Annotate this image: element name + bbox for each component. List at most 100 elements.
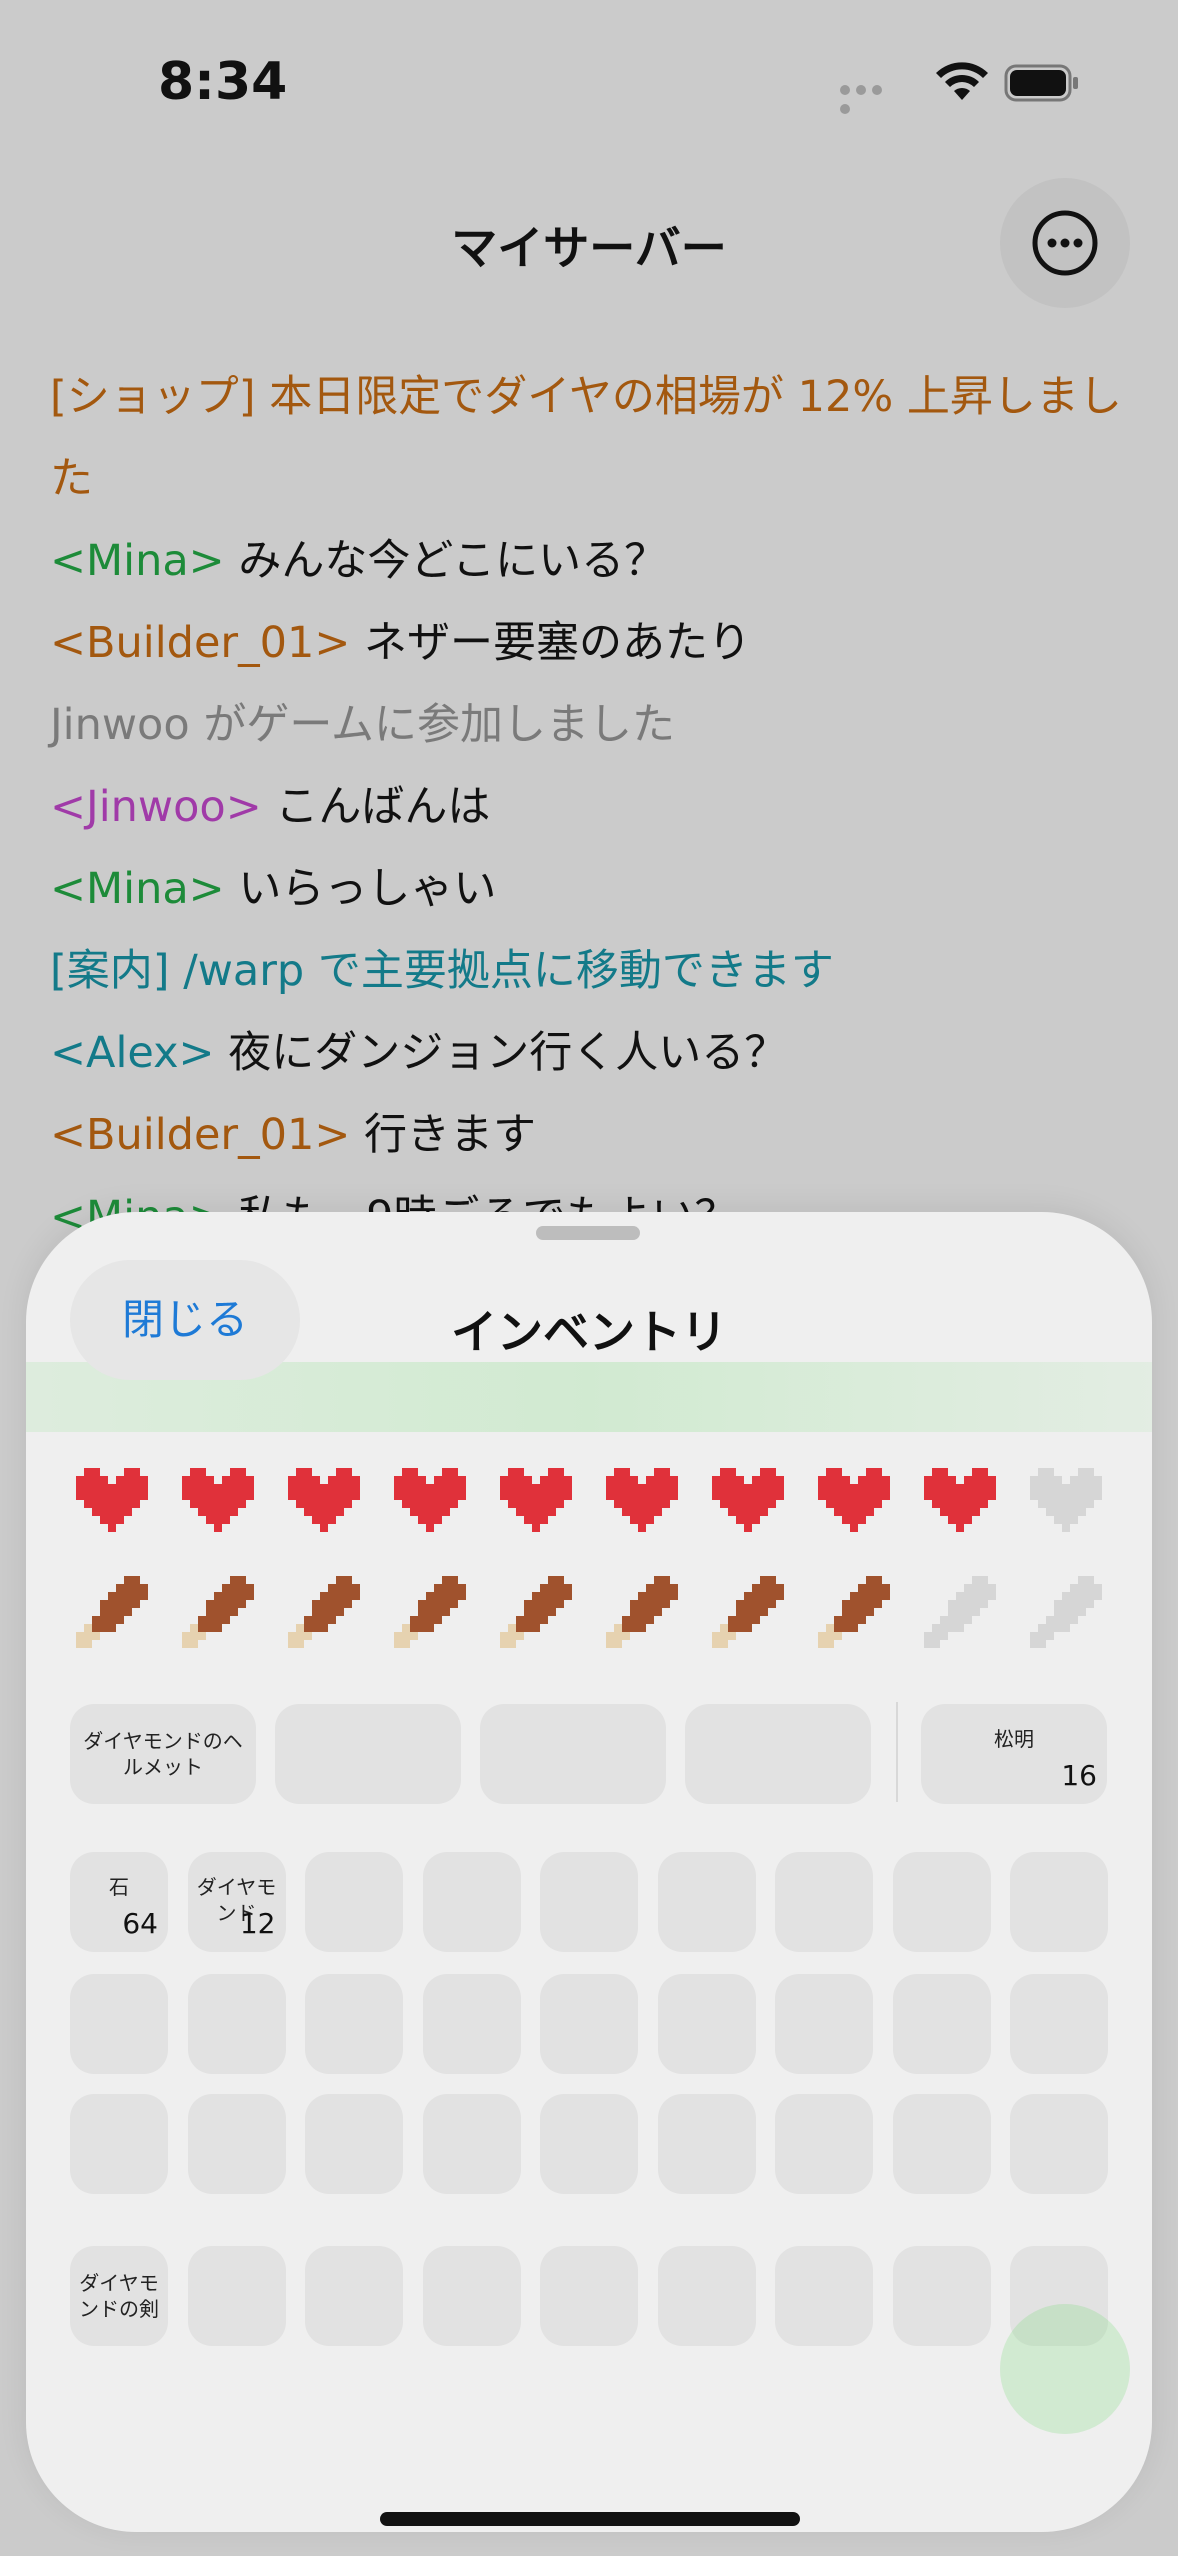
heart-icon	[924, 1468, 1004, 1548]
chat-text: いらっしゃい	[224, 864, 497, 914]
chat-text: ネザー要塞のあたり	[350, 618, 752, 668]
inventory-slot[interactable]	[305, 2094, 403, 2194]
hotbar-slot[interactable]: ダイヤモンドの剣	[70, 2246, 168, 2346]
item-name: 松明	[994, 1727, 1034, 1751]
ellipsis-icon	[1032, 210, 1098, 276]
item-name: 石	[109, 1875, 129, 1899]
inventory-slot[interactable]	[305, 1852, 403, 1952]
chat-text: 行きます	[350, 1110, 537, 1160]
inventory-slot[interactable]	[1010, 1974, 1108, 2074]
heart-icon	[500, 1468, 580, 1548]
heart-empty-icon	[1030, 1468, 1110, 1548]
chat-text: [案内] /warp で主要拠点に移動できます	[50, 946, 834, 996]
inventory-slot[interactable]	[775, 2094, 873, 2194]
home-indicator	[380, 2512, 800, 2526]
inventory-slot[interactable]: ダイヤモンド 12	[187, 1852, 286, 1952]
sheet-title: インベントリ	[451, 1305, 727, 1359]
chat-message: Jinwoo がゲームに参加しました	[50, 684, 1140, 766]
drumstick-icon	[818, 1576, 898, 1656]
drumstick-icon	[76, 1576, 156, 1656]
armor-slot[interactable]	[480, 1704, 666, 1804]
inventory-slot[interactable]	[187, 2094, 286, 2194]
inventory-slot[interactable]: 石 64	[70, 1852, 168, 1952]
inventory-slot[interactable]	[422, 1974, 521, 2074]
sheet-grabber[interactable]	[536, 1226, 640, 1240]
hotbar-slot[interactable]	[187, 2246, 286, 2346]
chat-sender: <Builder_01>	[50, 1110, 351, 1160]
battery-icon	[1004, 64, 1078, 102]
inventory-slot[interactable]	[422, 2094, 521, 2194]
hotbar-slot[interactable]	[892, 2246, 991, 2346]
chat-sender: <Alex>	[50, 1028, 215, 1078]
status-bar: 8:34	[0, 0, 1178, 170]
inventory-slot[interactable]	[775, 1974, 873, 2074]
chat-text: [ショップ] 本日限定でダイヤの相場が 12% 上昇しました	[50, 372, 1122, 504]
chat-message: <Mina> いらっしゃい	[50, 848, 1140, 930]
inventory-sheet: 閉じる インベントリ ダイヤモンドのヘルメット 松明 16 石 64 ダイヤモンド 12…	[26, 1212, 1152, 2532]
heart-icon	[288, 1468, 368, 1548]
inventory-slot[interactable]	[305, 1974, 403, 2074]
heart-icon	[182, 1468, 262, 1548]
drumstick-empty-icon	[1030, 1576, 1110, 1656]
inventory-slot[interactable]	[657, 1974, 756, 2074]
chat-sender: <Builder_01>	[50, 618, 351, 668]
armor-slot[interactable]: ダイヤモンドのヘルメット	[70, 1704, 256, 1804]
inventory-slot[interactable]	[892, 1852, 991, 1952]
drumstick-icon	[394, 1576, 474, 1656]
item-count: 64	[122, 1907, 158, 1940]
chat-text: みんな今どこにいる？	[224, 536, 668, 586]
inventory-slot[interactable]	[540, 1974, 638, 2074]
inventory-slot[interactable]	[892, 1974, 991, 2074]
inventory-slot[interactable]	[540, 2094, 638, 2194]
hotbar-slot[interactable]	[657, 2246, 756, 2346]
chat-text: Jinwoo がゲームに参加しました	[50, 700, 676, 750]
inventory-slot[interactable]	[775, 1852, 873, 1952]
armor-slot[interactable]	[275, 1704, 461, 1804]
hotbar-slot[interactable]	[305, 2246, 403, 2346]
more-button[interactable]	[1000, 178, 1130, 308]
hotbar-slot[interactable]	[422, 2246, 521, 2346]
blurred-fab	[1000, 2304, 1130, 2434]
inventory-slot[interactable]	[422, 1852, 521, 1952]
hotbar-slot[interactable]	[775, 2246, 873, 2346]
heart-icon	[394, 1468, 474, 1548]
offhand-slot[interactable]: 松明 16	[921, 1704, 1107, 1804]
chat-message: <Alex> 夜にダンジョン行く人いる？	[50, 1012, 1140, 1094]
inventory-slot[interactable]	[70, 2094, 168, 2194]
drumstick-icon	[182, 1576, 262, 1656]
chat-message: <Mina> みんな今どこにいる？	[50, 520, 1140, 602]
chat-message: <Builder_01> 行きます	[50, 1094, 1140, 1176]
heart-icon	[76, 1468, 156, 1548]
item-name: ダイヤモンドのヘルメット	[83, 1729, 243, 1779]
chat-message: <Jinwoo> こんばんは	[50, 766, 1140, 848]
wifi-icon	[936, 62, 988, 100]
chat-text: 夜にダンジョン行く人いる？	[214, 1028, 788, 1078]
heart-icon	[606, 1468, 686, 1548]
drumstick-icon	[288, 1576, 368, 1656]
item-count: 16	[1061, 1759, 1097, 1792]
chat-message: [案内] /warp で主要拠点に移動できます	[50, 930, 1140, 1012]
signal-icon	[840, 80, 900, 114]
chat-message: [ショップ] 本日限定でダイヤの相場が 12% 上昇しました	[50, 356, 1140, 520]
inventory-slot[interactable]	[540, 1852, 638, 1952]
status-time: 8:34	[158, 52, 288, 112]
chat-sender: <Mina>	[50, 536, 225, 586]
drumstick-icon	[606, 1576, 686, 1656]
inventory-slot[interactable]	[187, 1974, 286, 2074]
inventory-slot[interactable]	[892, 2094, 991, 2194]
chat-sender: <Jinwoo>	[50, 782, 262, 832]
inventory-slot[interactable]	[1010, 2094, 1108, 2194]
inventory-slot[interactable]	[657, 2094, 756, 2194]
divider	[896, 1702, 898, 1802]
chat-sender: <Mina>	[50, 864, 225, 914]
chat-text: こんばんは	[261, 782, 491, 832]
armor-slot[interactable]	[685, 1704, 871, 1804]
drumstick-icon	[712, 1576, 792, 1656]
drumstick-empty-icon	[924, 1576, 1004, 1656]
inventory-slot[interactable]	[1010, 1852, 1108, 1952]
hotbar-slot[interactable]	[540, 2246, 638, 2346]
inventory-slot[interactable]	[70, 1974, 168, 2074]
heart-icon	[818, 1468, 898, 1548]
chat-log: [ショップ] 本日限定でダイヤの相場が 12% 上昇しました <Mina> みんな…	[50, 356, 1140, 1258]
inventory-slot[interactable]	[657, 1852, 756, 1952]
